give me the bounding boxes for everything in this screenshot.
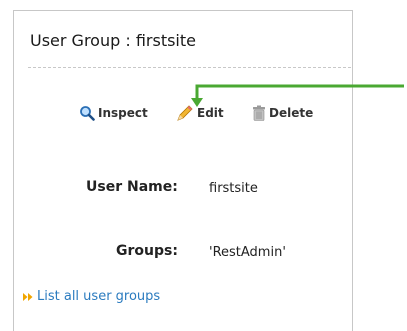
- annotation-arrow: [191, 84, 404, 107]
